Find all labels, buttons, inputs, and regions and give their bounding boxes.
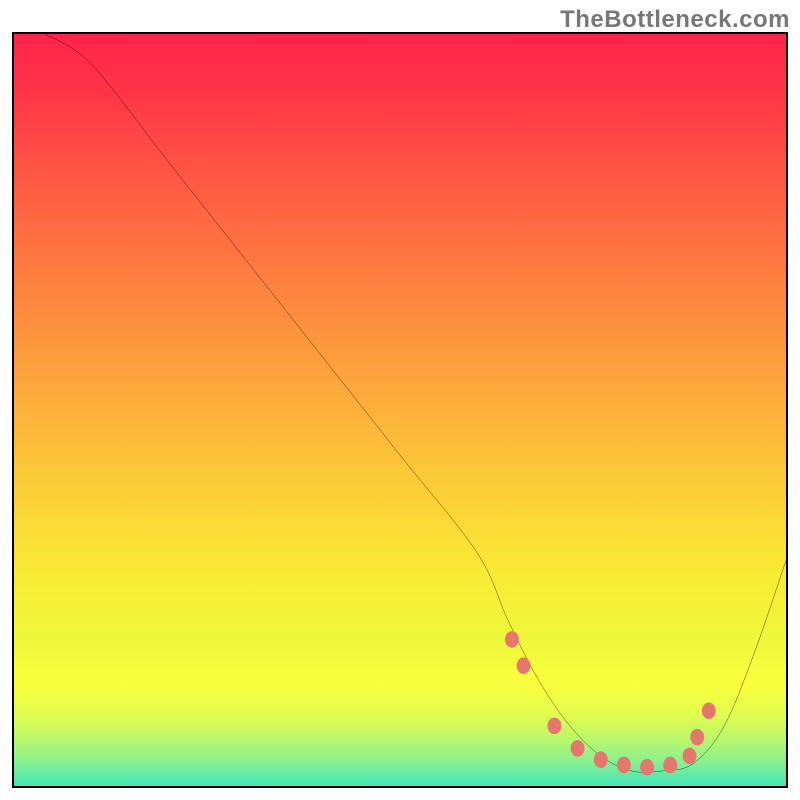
trough-marker: [547, 718, 561, 735]
trough-marker: [690, 729, 704, 746]
trough-marker: [594, 751, 608, 768]
plot-area: [12, 32, 788, 788]
trough-marker: [505, 631, 519, 648]
trough-marker: [663, 757, 677, 774]
trough-marker: [702, 703, 716, 720]
watermark-text: TheBottleneck.com: [560, 6, 790, 34]
trough-marker: [517, 657, 531, 674]
main-curve: [45, 34, 786, 772]
trough-marker: [571, 740, 585, 757]
chart-frame: TheBottleneck.com: [0, 0, 800, 800]
trough-marker: [640, 759, 654, 776]
trough-markers-group: [505, 631, 716, 775]
curve-layer: [14, 34, 786, 786]
trough-marker: [683, 748, 697, 765]
trough-marker: [617, 757, 631, 774]
